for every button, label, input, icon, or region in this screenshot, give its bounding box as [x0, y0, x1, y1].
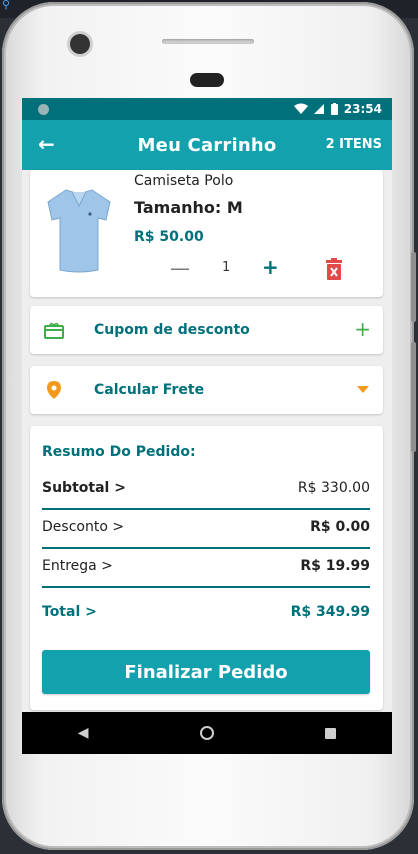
subtotal-label: Subtotal > [42, 480, 126, 496]
status-bar: 23:54 [22, 98, 392, 120]
quantity-value: 1 [222, 260, 231, 275]
cart-item-count: 2 ITENS [325, 137, 382, 152]
wifi-icon [293, 103, 308, 114]
delivery-row: Entrega > R$ 19.99 [42, 548, 370, 588]
product-image [47, 189, 111, 273]
notification-dot-icon [38, 103, 49, 115]
status-right: 23:54 [293, 102, 382, 116]
product-price: R$ 50.00 [134, 229, 204, 245]
total-row: Total > R$ 349.99 [42, 604, 370, 620]
subtotal-row: Subtotal > R$ 330.00 [42, 470, 370, 510]
nav-back-icon[interactable]: ◀ [78, 725, 89, 741]
discount-row: Desconto > R$ 0.00 [42, 509, 370, 549]
total-value: R$ 349.99 [290, 604, 370, 620]
discount-value: R$ 0.00 [310, 519, 370, 535]
signal-icon [313, 104, 324, 114]
nav-home-icon[interactable] [199, 726, 214, 740]
front-camera [70, 34, 90, 54]
phone-frame: 23:54 ← Meu Carrinho 2 ITENS Camiseta Po… [2, 2, 416, 850]
summary-title: Resumo Do Pedido: [42, 444, 196, 460]
finish-order-button[interactable]: Finalizar Pedido [42, 650, 370, 694]
shipping-label: Calcular Frete [94, 382, 205, 398]
product-size: Tamanho: M [134, 198, 243, 217]
quantity-increase-button[interactable]: + [262, 255, 279, 279]
discount-label: Desconto > [42, 519, 125, 535]
shipping-row[interactable]: Calcular Frete [30, 366, 383, 414]
product-name: Camiseta Polo [134, 173, 234, 189]
phone-volume-button [411, 252, 416, 322]
order-summary-card: Resumo Do Pedido: Subtotal > R$ 330.00 D… [30, 426, 383, 710]
search-icon: ⚲ [2, 0, 11, 11]
app-header: ← Meu Carrinho 2 ITENS [22, 120, 392, 170]
app-screen: 23:54 ← Meu Carrinho 2 ITENS Camiseta Po… [22, 98, 392, 754]
trash-icon[interactable] [325, 258, 343, 280]
location-pin-icon [47, 381, 61, 399]
earpiece-slot [162, 39, 254, 44]
total-label: Total > [42, 604, 97, 620]
delivery-value: R$ 19.99 [300, 558, 370, 574]
coupon-label: Cupom de desconto [94, 322, 250, 338]
earpiece-speaker [190, 73, 224, 87]
cart-item-card: Camiseta Polo Tamanho: M R$ 50.00 — 1 + [30, 170, 383, 297]
phone-power-button [411, 342, 416, 452]
add-coupon-button[interactable]: + [354, 317, 371, 341]
subtotal-value: R$ 330.00 [297, 480, 370, 496]
coupon-row[interactable]: Cupom de desconto + [30, 306, 383, 354]
android-nav-bar: ◀ [22, 712, 392, 754]
caret-down-icon[interactable] [357, 386, 369, 394]
gift-card-icon [44, 322, 64, 339]
back-arrow-icon[interactable]: ← [38, 132, 55, 156]
delivery-label: Entrega > [42, 558, 113, 574]
status-time: 23:54 [343, 102, 382, 116]
battery-icon [330, 103, 338, 115]
quantity-decrease-button[interactable]: — [170, 256, 190, 280]
nav-recents-icon[interactable] [325, 727, 337, 739]
